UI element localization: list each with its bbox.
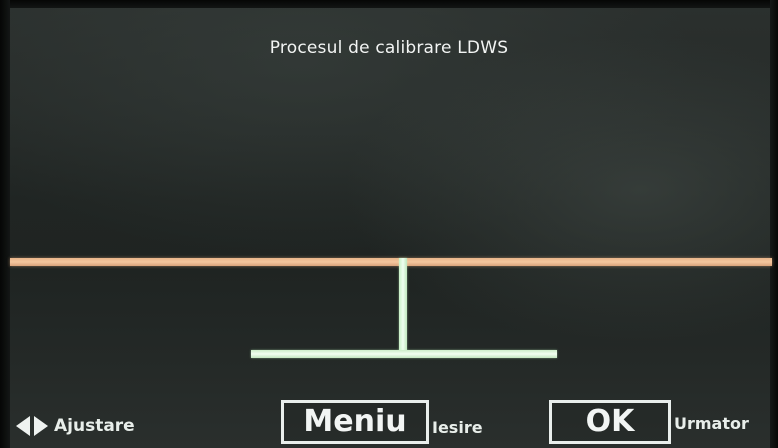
menu-button[interactable]: Meniu	[281, 400, 429, 444]
adjust-control[interactable]: Ajustare	[14, 414, 135, 438]
adjust-label: Ajustare	[54, 416, 135, 436]
center-marker-vertical	[399, 258, 407, 354]
ok-button[interactable]: OK	[549, 400, 671, 444]
bezel-right	[770, 0, 778, 448]
bezel-left	[0, 0, 10, 448]
center-marker-baseline	[251, 350, 557, 358]
screen-title: Procesul de calibrare LDWS	[269, 38, 509, 58]
horizon-calibration-line[interactable]	[10, 258, 772, 266]
next-label: Urmator	[674, 414, 749, 433]
calibration-screen: Procesul de calibrare LDWS Ajustare Meni…	[0, 0, 778, 448]
bottom-control-bar: Ajustare Meniu Iesire OK Urmator	[0, 398, 778, 448]
bezel-top	[0, 0, 778, 8]
exit-label: Iesire	[432, 418, 483, 437]
